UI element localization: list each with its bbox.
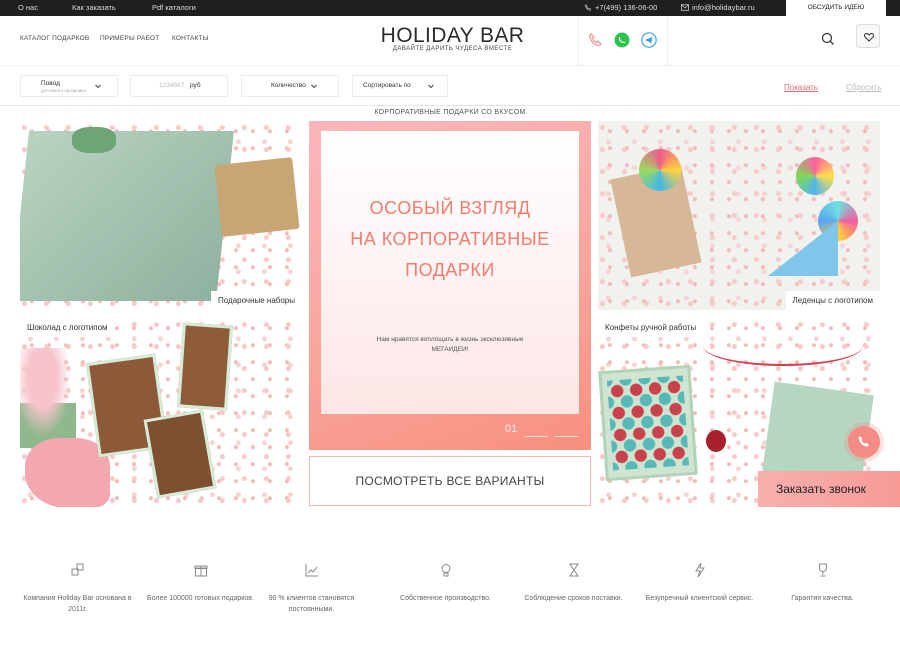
lollipop-image (796, 157, 834, 195)
category-tile-lollipops[interactable]: Леденцы с логотипом (598, 121, 880, 310)
mail-icon (681, 4, 689, 11)
kraft-box-image (214, 157, 300, 237)
favorites-button[interactable] (856, 24, 880, 48)
messenger-links (578, 16, 668, 66)
trophy-icon (818, 563, 827, 577)
feature-item: Собственное производство. (388, 562, 503, 604)
whatsapp-icon[interactable] (614, 32, 630, 48)
call-bubble-button[interactable] (848, 426, 880, 458)
telegram-icon[interactable] (641, 32, 657, 48)
top-bar: О нас Как заказать Pdf каталоги +7(499) … (0, 0, 900, 16)
lightbulb-icon (441, 564, 450, 577)
price-unit: руб (190, 82, 201, 89)
rose-image (706, 430, 726, 452)
gift-box-image (20, 131, 234, 301)
tulips-image (20, 348, 76, 448)
how-to-order-link[interactable]: Как заказать (72, 3, 116, 12)
filter-bar: Повод для какого праздника 1234567 руб К… (0, 66, 900, 106)
feature-item: Гарантия качества. (765, 562, 880, 604)
slide-counter: 01 (505, 423, 518, 435)
tile-label: Леденцы с логотипом (785, 291, 880, 310)
chart-icon (305, 564, 318, 577)
show-button[interactable]: Показать (784, 83, 818, 92)
candy-assortment-image (606, 375, 690, 471)
chevron-down-icon (95, 84, 101, 89)
hero-banner: ОСОБЫЙ ВЗГЛЯД НА КОРПОРАТИВНЫЕ ПОДАРКИ Н… (309, 121, 591, 450)
hero-text: Нам нравятся воплощать в жизнь эксклюзив… (376, 336, 524, 353)
reset-button[interactable]: Сбросить (846, 83, 882, 92)
phone-icon (584, 4, 592, 11)
hourglass-icon (568, 563, 579, 577)
discuss-idea-button[interactable]: ОБСУДИТЬ ИДЕЮ (786, 0, 886, 16)
occasion-select[interactable]: Повод для какого праздника (20, 75, 118, 97)
bow-image (72, 127, 116, 153)
view-all-button[interactable]: ПОСМОТРЕТЬ ВСЕ ВАРИАНТЫ (309, 456, 591, 506)
nav-catalog[interactable]: КАТАЛОГ ПОДАРКОВ (20, 35, 89, 42)
gift-icon (194, 565, 207, 577)
logo-subtitle: ДАВАЙТЕ ДАРИТЬ ЧУДЕСА ВМЕСТЕ (392, 46, 513, 52)
nav-portfolio[interactable]: ПРИМЕРЫ РАБОТ (100, 35, 159, 42)
phone-call-icon[interactable] (587, 32, 603, 48)
price-placeholder: 1234567 (159, 82, 185, 89)
tile-label: Подарочные наборы (211, 291, 302, 310)
category-tile-chocolate[interactable]: Шоколад с логотипом (20, 318, 302, 507)
feature-item: Соблюдение сроков поставки. (516, 562, 631, 604)
tile-label: Конфеты ручной работы (598, 318, 704, 337)
logo[interactable]: HOLIDAY BAR ДАВАЙТЕ ДАРИТЬ ЧУДЕСА ВМЕСТЕ (380, 24, 525, 52)
quantity-select[interactable]: Количество (241, 75, 339, 97)
search-icon[interactable] (816, 27, 840, 51)
slide-indicator[interactable] (554, 436, 578, 437)
sort-select[interactable]: Сортировать по (352, 75, 448, 97)
hero-card: ОСОБЫЙ ВЗГЛЯД НА КОРПОРАТИВНЫЕ ПОДАРКИ Н… (321, 131, 579, 414)
category-tile-gift-sets[interactable]: Подарочные наборы (20, 121, 302, 310)
lollipop-image (639, 149, 681, 191)
tagline: КОРПОРАТИВНЫЕ ПОДАРКИ СО ВКУСОМ (374, 109, 526, 116)
phone-link[interactable]: +7(499) 136-06-00 (584, 3, 657, 12)
heart-icon (863, 33, 875, 42)
phone-icon (858, 436, 869, 447)
price-input[interactable]: 1234567 руб (130, 75, 228, 97)
tile-label: Шоколад с логотипом (20, 318, 115, 337)
email-link[interactable]: info@holidaybar.ru (681, 3, 755, 12)
chevron-down-icon (428, 84, 434, 89)
feature-item: Безупречный клиентский сервис. (642, 562, 757, 604)
hero-title: ОСОБЫЙ ВЗГЛЯД НА КОРПОРАТИВНЫЕ ПОДАРКИ (350, 198, 550, 280)
callback-button[interactable]: Заказать звонок (758, 471, 900, 507)
ribbon-image (703, 326, 863, 366)
chevron-down-icon (311, 84, 317, 89)
slide-indicator[interactable] (524, 436, 548, 437)
nav-contacts[interactable]: КОНТАКТЫ (172, 35, 209, 42)
logo-title: HOLIDAY BAR (380, 24, 525, 47)
header: КАТАЛОГ ПОДАРКОВ ПРИМЕРЫ РАБОТ КОНТАКТЫ … (0, 16, 900, 66)
feature-item: Компания Holiday Bar основана в 2011г. (20, 562, 135, 615)
lightning-icon (694, 562, 705, 578)
feature-item: 90 % клиентов становятся постоянными. (254, 562, 369, 615)
pdf-catalog-link[interactable]: Pdf каталоги (152, 3, 196, 12)
chocolate-bar-image (177, 322, 233, 411)
feature-item: Более 100000 готовых подарков. (143, 562, 258, 604)
about-link[interactable]: О нас (18, 3, 38, 12)
puzzle-icon (71, 563, 83, 576)
